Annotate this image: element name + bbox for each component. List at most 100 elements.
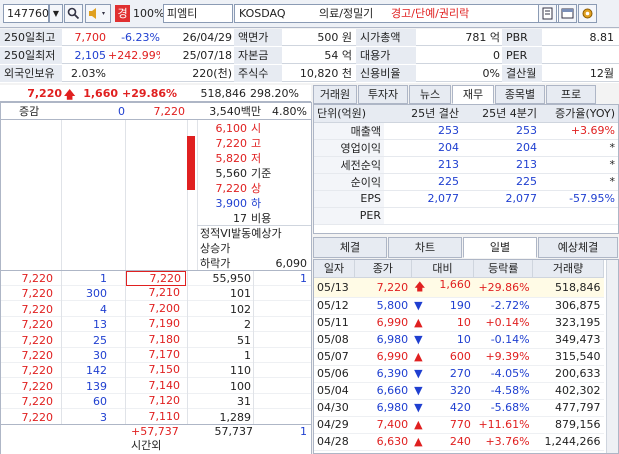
daily-volume: 306,875 bbox=[532, 297, 604, 315]
tab-bottom-2[interactable]: 일별 bbox=[463, 237, 537, 258]
scrollbar[interactable] bbox=[606, 260, 618, 453]
speaker-icon[interactable] bbox=[85, 4, 111, 23]
bid-count: 4 bbox=[100, 302, 107, 316]
daily-row[interactable]: 05/06 6,390 ▼ 270 -4.05% 200,633 bbox=[314, 365, 604, 383]
bid-row[interactable]: 7,220 25 7,180 51 bbox=[1, 333, 311, 348]
bid-row[interactable]: 7,220 139 7,140 100 bbox=[1, 379, 311, 394]
bid-row[interactable]: 7,220 13 7,190 2 bbox=[1, 317, 311, 333]
bid-price-cell[interactable]: 7,210 bbox=[126, 286, 186, 301]
down-arrow-icon: ▼ bbox=[414, 333, 423, 346]
info-v1: 2,105 bbox=[74, 49, 107, 62]
daily-rate: +3.76% bbox=[473, 433, 533, 451]
stock-name-field[interactable]: 피엠티 bbox=[163, 4, 233, 23]
info-v1: 2.03% bbox=[71, 67, 106, 80]
tab-3[interactable]: 재무 bbox=[452, 85, 494, 104]
bid-count: 60 bbox=[93, 395, 107, 409]
down-arrow-icon: ▼ bbox=[414, 367, 423, 380]
daily-volume: 477,797 bbox=[532, 399, 604, 417]
daily-row[interactable]: 05/11 6,990 ▲ 10 +0.14% 323,195 bbox=[314, 314, 604, 332]
daily-row[interactable]: 05/07 6,990 ▲ 600 +9.39% 315,540 bbox=[314, 348, 604, 366]
stat-label: 저 bbox=[251, 152, 262, 165]
stat-value: 7,220 bbox=[215, 182, 248, 195]
bid-price-cell[interactable]: 7,220 bbox=[126, 271, 186, 286]
info-p1: +242.99% bbox=[108, 49, 160, 62]
stat-value: 17 bbox=[233, 212, 247, 225]
tab-bottom-0[interactable]: 체결 bbox=[313, 237, 387, 258]
tab-4[interactable]: 종목별 bbox=[495, 85, 545, 104]
bid-price-cell[interactable]: 7,180 bbox=[126, 333, 186, 348]
daily-volume: 315,540 bbox=[532, 348, 604, 366]
info-l3: 신용비율 bbox=[356, 65, 416, 82]
tab-2[interactable]: 뉴스 bbox=[409, 85, 451, 104]
info-d1: 26/04/29 bbox=[182, 31, 232, 44]
bid-row[interactable]: 7,220 30 7,170 1 bbox=[1, 348, 311, 363]
daily-rate: -0.14% bbox=[473, 331, 533, 349]
bid-price-cell[interactable]: 7,200 bbox=[126, 302, 186, 317]
window-icon[interactable] bbox=[558, 4, 577, 23]
down-arrow-icon: ▼ bbox=[414, 401, 423, 414]
daily-close: 6,630 bbox=[354, 433, 412, 451]
bid-row[interactable]: 7,220 142 7,150 110 bbox=[1, 363, 311, 379]
stat-value: 3,900 bbox=[215, 197, 248, 210]
daily-row[interactable]: 04/28 6,630 ▲ 240 +3.76% 1,244,266 bbox=[314, 433, 604, 451]
bid-price-cell[interactable]: 7,110 bbox=[126, 410, 186, 425]
bid-qty: 101 bbox=[230, 287, 251, 301]
code-dropdown-icon[interactable]: ▼ bbox=[49, 4, 63, 23]
bid-count: 25 bbox=[93, 333, 107, 347]
info-l2: 액면가 bbox=[234, 29, 282, 46]
daily-change: 240 bbox=[449, 435, 471, 448]
tab-bottom-3[interactable]: 예상체결 bbox=[538, 237, 618, 258]
finance-table: 단위(억원) 25년 결산 25년 4분기 증가율(YOY) 매출액 253 253 +3.6… bbox=[314, 105, 618, 225]
daily-row[interactable]: 05/08 6,980 ▼ 10 -0.14% 349,473 bbox=[314, 331, 604, 349]
daily-change-cell: ▼ 420 bbox=[411, 399, 474, 417]
tab-1[interactable]: 투자자 bbox=[358, 85, 408, 104]
search-icon[interactable] bbox=[64, 4, 83, 23]
bid-price-cell[interactable]: 7,150 bbox=[126, 363, 186, 378]
stock-code-input[interactable]: 147760 bbox=[3, 4, 49, 23]
bid-price: 7,150 bbox=[148, 363, 181, 377]
daily-row[interactable]: 04/276,390▲230+3.73%2,006,170 bbox=[314, 450, 604, 454]
finance-growth bbox=[540, 207, 618, 225]
bid-row[interactable]: 7,220 4 7,200 102 bbox=[1, 302, 311, 317]
info-d1: 220(천) bbox=[192, 67, 232, 80]
finance-row: PER bbox=[314, 207, 618, 225]
daily-date: 05/11 bbox=[314, 314, 355, 332]
stat-label: 시 bbox=[251, 122, 262, 135]
daily-row[interactable]: 05/13 7,220 🡅 1,660 +29.86% 518,846 bbox=[314, 277, 604, 298]
bid-row[interactable]: 7,220 3 7,110 1,289 bbox=[1, 410, 311, 425]
bid-qty: 102 bbox=[230, 302, 251, 316]
bid-price-cell[interactable]: 7,190 bbox=[126, 317, 186, 332]
daily-change: 320 bbox=[449, 384, 471, 397]
bid-qty: 100 bbox=[230, 379, 251, 393]
bid-row[interactable]: 7,220 300 7,210 101 bbox=[1, 286, 311, 302]
bid-price-cell[interactable]: 7,140 bbox=[126, 379, 186, 394]
up-arrow-icon: ▲ bbox=[414, 418, 423, 431]
bid-price-cell[interactable]: 7,120 bbox=[126, 394, 186, 409]
daily-date: 04/29 bbox=[314, 416, 355, 434]
warnings-label: 경고/단예/권리락 bbox=[391, 7, 470, 20]
daily-date: 05/06 bbox=[314, 365, 355, 383]
bid-price-cell[interactable]: 7,170 bbox=[126, 348, 186, 363]
document-icon[interactable] bbox=[538, 4, 557, 23]
volume-rate: 298.20% bbox=[250, 87, 299, 100]
tab-0[interactable]: 거래원 bbox=[313, 85, 357, 104]
daily-row[interactable]: 04/29 7,400 ▲ 770 +11.61% 879,156 bbox=[314, 416, 604, 434]
bid-price: 7,170 bbox=[148, 348, 181, 361]
tab-5[interactable]: 프로 bbox=[546, 85, 596, 104]
bid-row[interactable]: 7,220 60 7,120 31 bbox=[1, 394, 311, 410]
bid-price: 7,210 bbox=[148, 286, 181, 300]
tab-bottom-1[interactable]: 차트 bbox=[388, 237, 462, 258]
daily-volume: 518,846 bbox=[532, 277, 604, 298]
info-l4: PBR bbox=[502, 29, 542, 46]
volume: 518,846 bbox=[200, 87, 247, 100]
info-l2: 자본금 bbox=[234, 47, 282, 64]
daily-row[interactable]: 05/12 5,800 ▼ 190 -2.72% 306,875 bbox=[314, 297, 604, 315]
finance-header: 단위(억원) bbox=[314, 105, 384, 123]
daily-row[interactable]: 04/30 6,980 ▼ 420 -5.68% 477,797 bbox=[314, 399, 604, 417]
finance-label: EPS bbox=[314, 190, 384, 208]
gear-icon[interactable] bbox=[578, 4, 597, 23]
bid-row[interactable]: 7,220 1 7,220 55,950 1 bbox=[1, 271, 311, 286]
finance-annual: 225 bbox=[384, 173, 462, 191]
up-arrow-icon: 🡅 bbox=[414, 279, 426, 293]
daily-row[interactable]: 05/04 6,660 ▼ 320 -4.58% 402,302 bbox=[314, 382, 604, 400]
